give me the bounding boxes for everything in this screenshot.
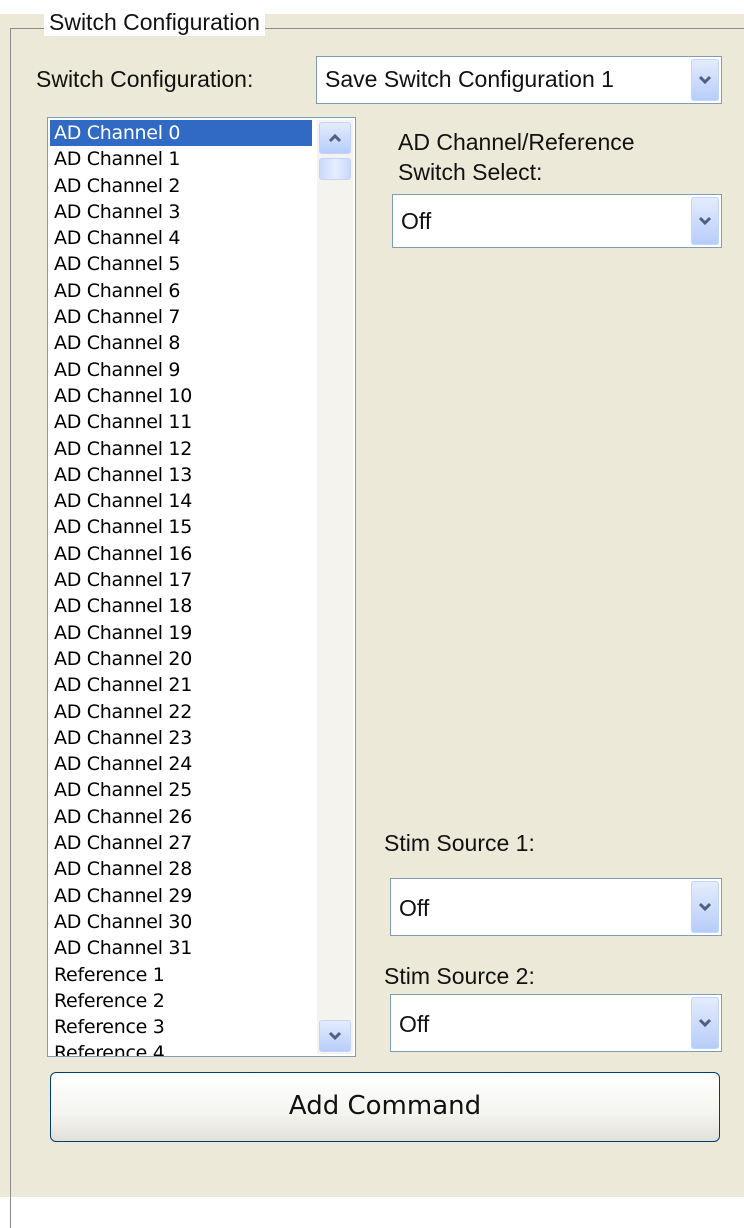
- list-item[interactable]: AD Channel 5: [50, 251, 312, 277]
- scroll-down-button[interactable]: [319, 1020, 351, 1052]
- vertical-scrollbar[interactable]: [317, 120, 353, 1054]
- channel-listbox[interactable]: AD Channel 0 AD Channel 1 AD Channel 2 AD C…: [47, 117, 356, 1057]
- stim-source-1-value: Off: [399, 895, 430, 921]
- list-item[interactable]: Reference 4: [50, 1040, 312, 1056]
- list-item[interactable]: AD Channel 18: [50, 593, 312, 619]
- dropdown-button[interactable]: [691, 997, 719, 1049]
- chevron-down-icon: [698, 216, 712, 226]
- list-item[interactable]: AD Channel 29: [50, 883, 312, 909]
- stim-source-1-dropdown[interactable]: Off: [390, 878, 722, 936]
- dropdown-button[interactable]: [691, 881, 719, 933]
- list-item[interactable]: AD Channel 28: [50, 856, 312, 882]
- list-item[interactable]: AD Channel 20: [50, 646, 312, 672]
- list-item[interactable]: AD Channel 8: [50, 330, 312, 356]
- chevron-down-icon: [698, 75, 712, 85]
- list-item[interactable]: AD Channel 30: [50, 909, 312, 935]
- list-item[interactable]: AD Channel 2: [50, 173, 312, 199]
- list-item[interactable]: AD Channel 14: [50, 488, 312, 514]
- list-item[interactable]: AD Channel 27: [50, 830, 312, 856]
- list-item[interactable]: AD Channel 0: [50, 120, 312, 147]
- list-item[interactable]: AD Channel 1: [50, 146, 312, 172]
- list-item[interactable]: AD Channel 23: [50, 725, 312, 751]
- list-item[interactable]: AD Channel 24: [50, 751, 312, 777]
- ad-switch-select-value: Off: [401, 208, 432, 234]
- list-item[interactable]: AD Channel 21: [50, 672, 312, 698]
- list-item[interactable]: AD Channel 26: [50, 804, 312, 830]
- list-item[interactable]: AD Channel 6: [50, 278, 312, 304]
- ad-select-label-line1: AD Channel/Reference: [398, 129, 635, 155]
- list-item[interactable]: AD Channel 13: [50, 462, 312, 488]
- list-item[interactable]: AD Channel 16: [50, 541, 312, 567]
- list-item[interactable]: AD Channel 10: [50, 383, 312, 409]
- list-item[interactable]: Reference 1: [50, 962, 312, 988]
- switch-config-label: Switch Configuration:: [36, 66, 254, 92]
- stim-source-2-label: Stim Source 2:: [384, 963, 535, 989]
- list-item[interactable]: AD Channel 4: [50, 225, 312, 251]
- list-item[interactable]: AD Channel 25: [50, 777, 312, 803]
- list-item[interactable]: AD Channel 17: [50, 567, 312, 593]
- chevron-down-icon: [698, 902, 712, 912]
- list-item[interactable]: AD Channel 11: [50, 409, 312, 435]
- switch-config-value: Save Switch Configuration 1: [325, 66, 614, 92]
- groupbox-title: Switch Configuration: [44, 8, 265, 36]
- switch-config-dropdown[interactable]: Save Switch Configuration 1: [316, 56, 722, 104]
- dropdown-button[interactable]: [691, 197, 719, 245]
- list-item[interactable]: AD Channel 15: [50, 514, 312, 540]
- channel-list-items: AD Channel 0 AD Channel 1 AD Channel 2 AD C…: [50, 120, 312, 1056]
- scroll-thumb[interactable]: [319, 158, 351, 180]
- ad-switch-select-dropdown[interactable]: Off: [392, 194, 722, 248]
- list-item[interactable]: AD Channel 19: [50, 620, 312, 646]
- list-item[interactable]: AD Channel 3: [50, 199, 312, 225]
- list-item[interactable]: AD Channel 22: [50, 699, 312, 725]
- stim-source-2-value: Off: [399, 1011, 430, 1037]
- scroll-up-button[interactable]: [319, 122, 351, 154]
- chevron-down-icon: [698, 1018, 712, 1028]
- add-command-button[interactable]: Add Command: [50, 1072, 720, 1142]
- stim-source-2-dropdown[interactable]: Off: [390, 994, 722, 1052]
- list-item[interactable]: AD Channel 7: [50, 304, 312, 330]
- list-item[interactable]: AD Channel 12: [50, 436, 312, 462]
- chevron-down-icon: [328, 1031, 342, 1041]
- stim-source-1-label: Stim Source 1:: [384, 830, 535, 856]
- list-item[interactable]: Reference 3: [50, 1014, 312, 1040]
- list-item[interactable]: AD Channel 9: [50, 357, 312, 383]
- dropdown-button[interactable]: [691, 59, 719, 101]
- list-item[interactable]: AD Channel 31: [50, 935, 312, 961]
- list-item[interactable]: Reference 2: [50, 988, 312, 1014]
- chevron-up-icon: [328, 133, 342, 143]
- ad-select-label-line2: Switch Select:: [398, 159, 543, 185]
